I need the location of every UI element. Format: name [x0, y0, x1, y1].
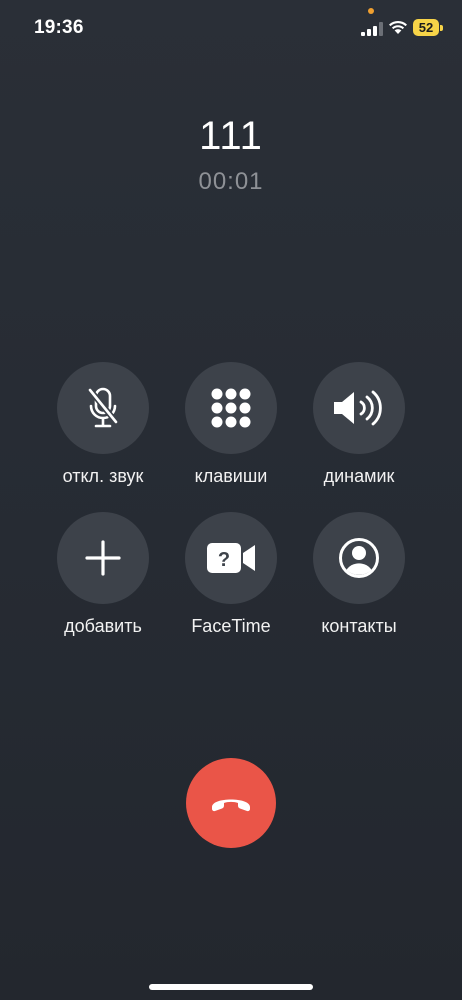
mute-button[interactable]: [57, 362, 149, 454]
speaker-label: динамик: [323, 466, 395, 486]
keypad-control[interactable]: клавиши: [166, 362, 296, 487]
add-call-control[interactable]: добавить: [38, 512, 168, 637]
mic-off-icon: [87, 387, 119, 428]
mute-control[interactable]: откл. звук: [38, 362, 168, 487]
add-call-button[interactable]: [57, 512, 149, 604]
speaker-button[interactable]: [313, 362, 405, 454]
speaker-icon: [334, 390, 382, 426]
contacts-label: контакты: [321, 616, 397, 636]
call-duration: 00:01: [198, 168, 264, 195]
mute-label: откл. звук: [62, 466, 144, 486]
speaker-control[interactable]: динамик: [294, 362, 424, 487]
keypad-icon: [211, 388, 251, 428]
keypad-button[interactable]: [185, 362, 277, 454]
hang-up-icon: [212, 799, 250, 812]
contacts-control[interactable]: контакты: [294, 512, 424, 637]
wifi-icon: [389, 20, 407, 34]
facetime-video-icon: ?: [207, 543, 255, 573]
end-call-button[interactable]: [186, 758, 276, 848]
svg-text:?: ?: [218, 549, 230, 571]
battery-level: 52: [413, 19, 439, 36]
facetime-label: FaceTime: [191, 616, 271, 636]
battery-cap: [440, 25, 443, 31]
plus-icon: [85, 540, 121, 576]
facetime-control[interactable]: ? FaceTime: [166, 512, 296, 637]
home-indicator[interactable]: [149, 984, 313, 990]
facetime-button[interactable]: ?: [185, 512, 277, 604]
status-bar: 19:36 52: [0, 0, 462, 56]
battery-indicator: 52: [413, 19, 443, 36]
caller-number: 111: [199, 114, 263, 158]
add-call-label: добавить: [64, 616, 142, 636]
status-time: 19:36: [34, 17, 84, 38]
privacy-indicator-dot: [368, 8, 374, 14]
cellular-signal-icon: [361, 22, 383, 36]
keypad-label: клавиши: [194, 466, 268, 486]
contact-icon: [339, 538, 379, 578]
contacts-button[interactable]: [313, 512, 405, 604]
